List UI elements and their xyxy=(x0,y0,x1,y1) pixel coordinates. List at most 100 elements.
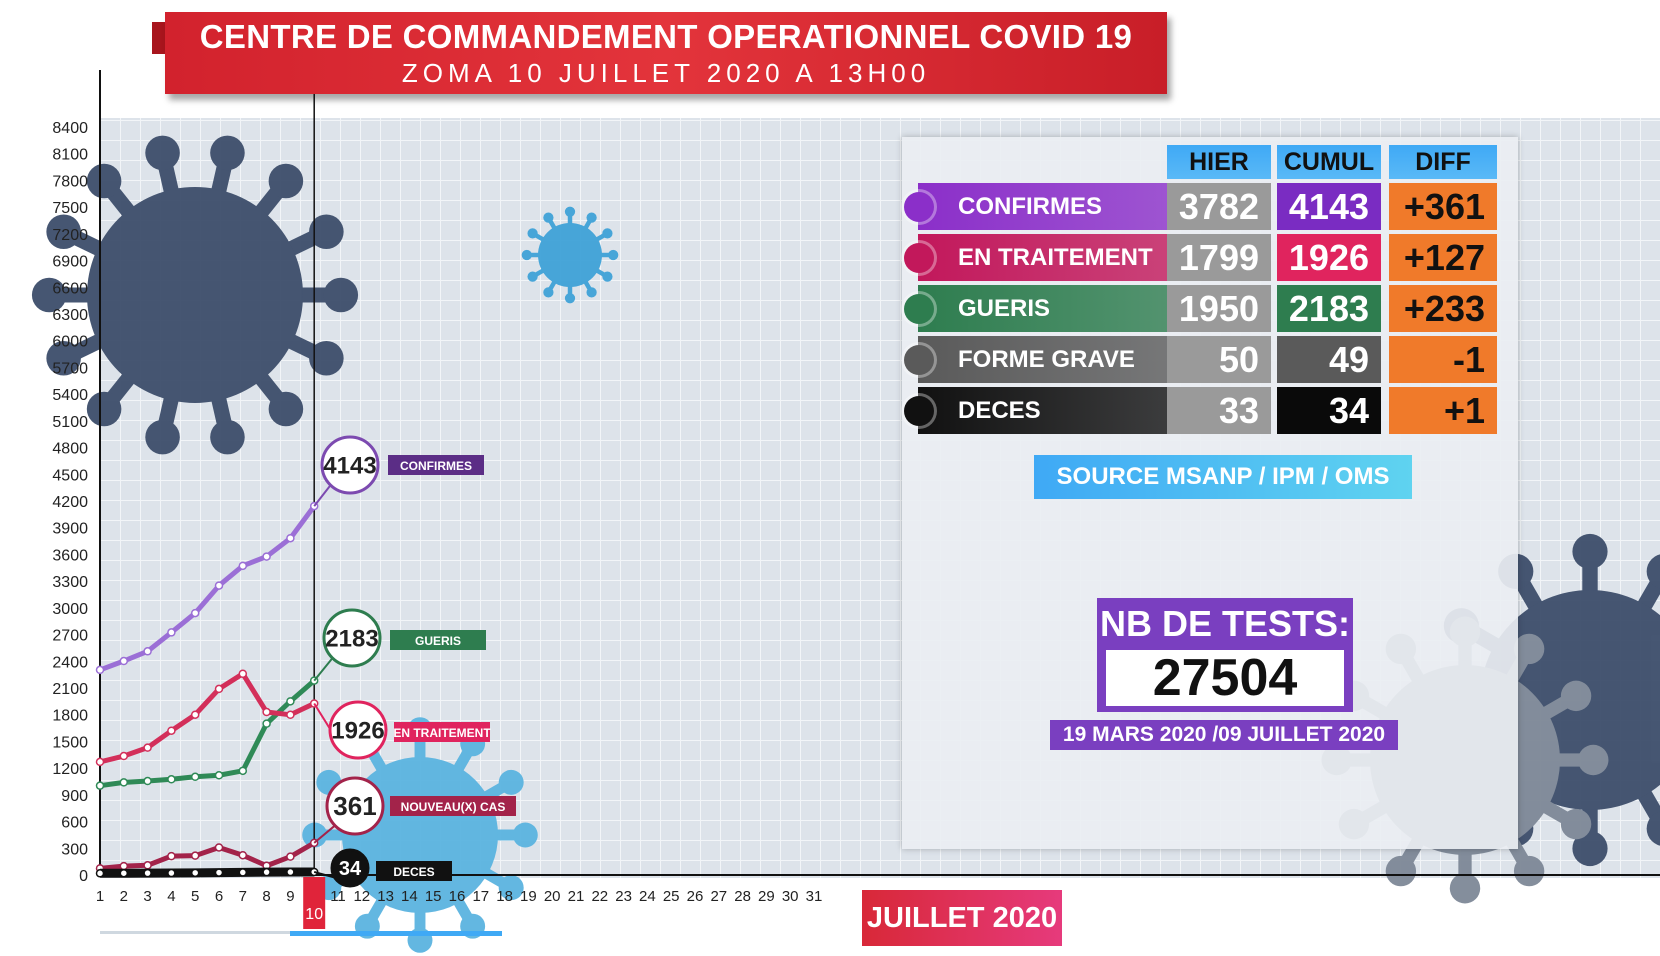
data-point xyxy=(238,850,248,860)
callout-value: 34 xyxy=(339,858,362,880)
cumul-value: 34 xyxy=(1277,387,1381,434)
data-point xyxy=(286,533,295,543)
data-point xyxy=(286,697,295,706)
y-tick-label: 300 xyxy=(61,841,88,858)
x-tick-label: 14 xyxy=(401,888,418,905)
x-tick-label: 2 xyxy=(120,888,128,905)
data-point xyxy=(167,628,176,637)
row-label: GUERIS xyxy=(918,285,1173,332)
data-point xyxy=(286,852,295,861)
y-tick-label: 5400 xyxy=(52,387,88,404)
x-tick-label: 26 xyxy=(687,888,704,905)
title-banner: CENTRE DE COMMANDEMENT OPERATIONNEL COVI… xyxy=(165,12,1167,94)
y-tick-label: 5100 xyxy=(52,414,88,431)
diff-value: +127 xyxy=(1389,234,1497,281)
timeline-bar xyxy=(290,931,502,936)
x-tick-label: 4 xyxy=(167,888,175,905)
data-point xyxy=(95,869,105,878)
diff-value: +233 xyxy=(1389,285,1497,332)
data-point xyxy=(119,656,129,666)
row-label: FORME GRAVE xyxy=(918,336,1173,383)
y-tick-label: 7500 xyxy=(52,200,88,217)
y-tick-label: 6300 xyxy=(52,307,88,324)
y-tick-label: 4200 xyxy=(52,494,88,511)
data-point xyxy=(119,751,129,761)
data-point xyxy=(214,843,224,852)
data-point xyxy=(190,710,200,719)
y-tick-label: 4500 xyxy=(52,467,88,484)
data-point xyxy=(214,771,224,780)
x-tick-label: 11 xyxy=(330,888,346,905)
x-tick-label: 19 xyxy=(520,888,537,905)
hier-value: 33 xyxy=(1167,387,1271,434)
x-tick-label: 12 xyxy=(353,888,370,905)
hier-value: 1950 xyxy=(1167,285,1271,332)
x-tick-label: 13 xyxy=(377,888,394,905)
y-tick-label: 7800 xyxy=(52,173,88,190)
x-tick-label: 23 xyxy=(615,888,632,905)
data-point xyxy=(167,775,176,784)
data-point xyxy=(143,647,152,656)
row-label: EN TRAITEMENT xyxy=(918,234,1173,281)
hier-value: 1799 xyxy=(1167,234,1271,281)
cumul-value: 1926 xyxy=(1277,234,1381,281)
y-tick-label: 4800 xyxy=(52,441,88,458)
data-point xyxy=(214,868,224,877)
x-tick-label: 6 xyxy=(215,888,223,905)
y-tick-label: 1200 xyxy=(52,761,88,778)
hier-value: 50 xyxy=(1167,336,1271,383)
x-tick-label: 25 xyxy=(663,888,680,905)
x-tick-label: 24 xyxy=(639,888,656,905)
callout-label: EN TRAITEMENT xyxy=(393,726,491,740)
row-label: DECES xyxy=(918,387,1173,434)
page-title: CENTRE DE COMMANDEMENT OPERATIONNEL COVI… xyxy=(199,18,1133,55)
y-tick-label: 6600 xyxy=(52,280,88,297)
row-dot-icon xyxy=(904,396,934,426)
diff-value: +1 xyxy=(1389,387,1497,434)
data-point xyxy=(119,778,129,787)
tests-title: NB DE TESTS: xyxy=(1099,603,1350,644)
data-point xyxy=(143,776,152,786)
x-tick-label: 1 xyxy=(96,888,104,905)
data-point xyxy=(143,743,152,752)
data-point xyxy=(190,608,200,618)
y-tick-label: 6900 xyxy=(52,254,88,271)
column-header-hier: HIER xyxy=(1167,145,1271,179)
data-point xyxy=(238,669,248,679)
y-tick-label: 3600 xyxy=(52,547,88,564)
x-tick-label-current: 10 xyxy=(305,906,323,923)
y-tick-label: 2100 xyxy=(52,681,88,698)
data-point xyxy=(167,851,176,861)
data-point xyxy=(214,581,224,590)
data-point xyxy=(262,552,271,561)
data-point xyxy=(119,861,129,871)
x-tick-label: 28 xyxy=(734,888,751,905)
y-tick-label: 7200 xyxy=(52,227,88,244)
column-header-diff: DIFF xyxy=(1389,145,1497,179)
x-tick-label: 9 xyxy=(286,888,294,905)
data-point xyxy=(238,766,248,776)
x-tick-label: 16 xyxy=(449,888,466,905)
month-label: JUILLET 2020 xyxy=(862,890,1062,946)
column-header-cumul: CUMUL xyxy=(1277,145,1381,179)
data-point xyxy=(143,861,152,870)
x-tick-label: 8 xyxy=(262,888,270,905)
x-tick-label: 30 xyxy=(782,888,799,905)
cumul-value: 2183 xyxy=(1277,285,1381,332)
infographic: 0 300 600 900 1200 1500 1800 2100 2400 2700 3000 33… xyxy=(0,0,1660,956)
cumul-value: 49 xyxy=(1277,336,1381,383)
x-tick-label: 22 xyxy=(591,888,608,905)
source-banner: SOURCE MSANP / IPM / OMS xyxy=(1034,455,1412,499)
row-label: CONFIRMES xyxy=(918,183,1173,230)
x-tick-label: 18 xyxy=(496,888,513,905)
data-point xyxy=(167,868,176,878)
data-point xyxy=(262,719,271,728)
x-tick-label: 29 xyxy=(758,888,775,905)
data-point xyxy=(95,665,105,675)
y-tick-label: 0 xyxy=(79,868,88,885)
y-tick-label: 3000 xyxy=(52,601,88,618)
x-tick-label: 15 xyxy=(425,888,442,905)
series-line-4 xyxy=(99,867,315,878)
data-point xyxy=(167,726,176,735)
data-point xyxy=(95,757,105,767)
